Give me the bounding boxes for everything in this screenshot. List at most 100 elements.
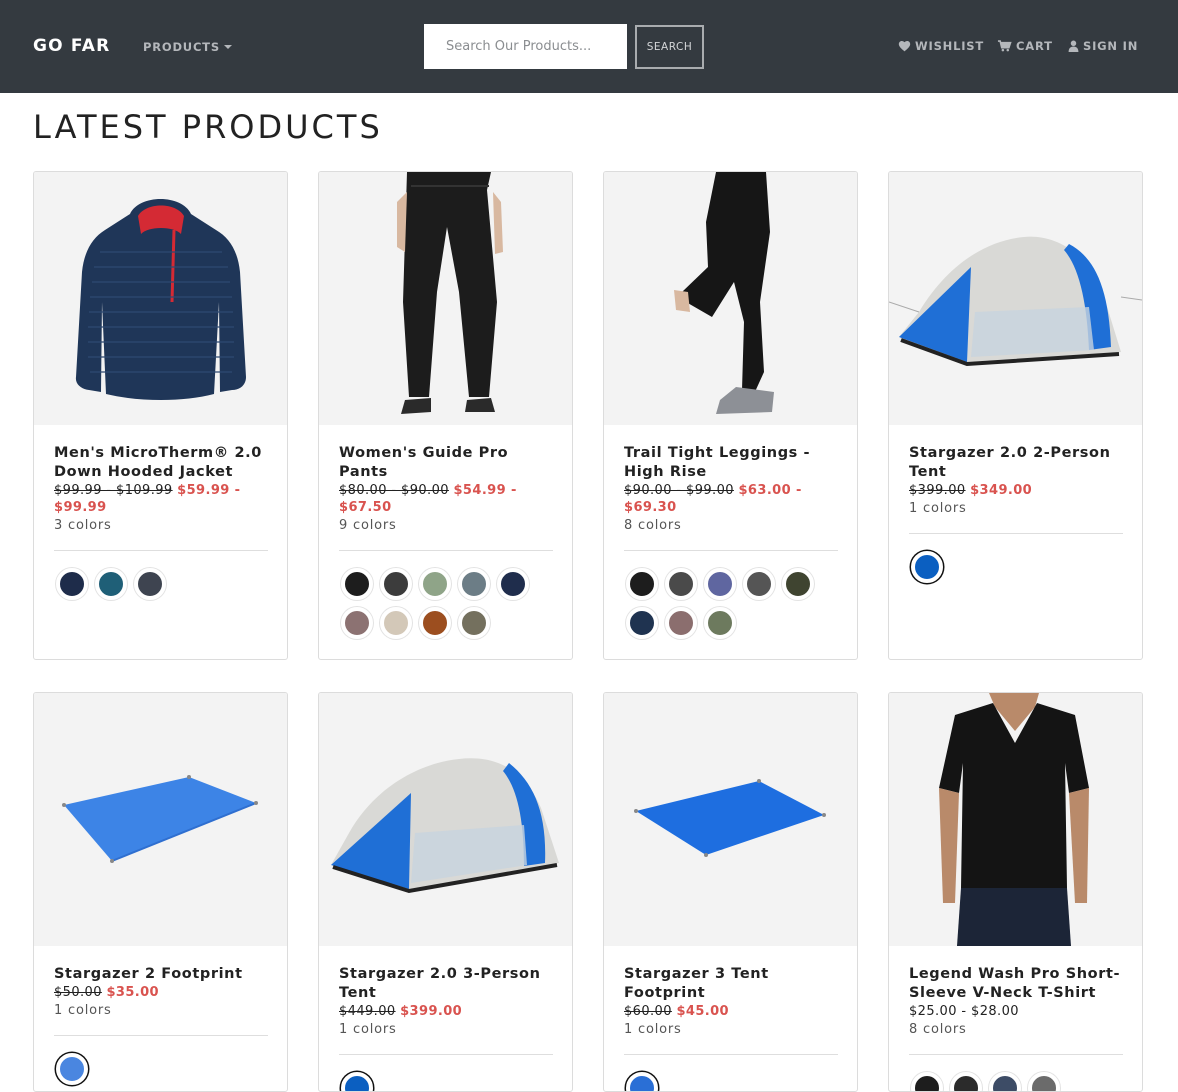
color-swatch[interactable]: [911, 551, 943, 583]
divider: [54, 1035, 268, 1036]
product-card[interactable]: Men's MicroTherm® 2.0 Down Hooded Jacket…: [33, 171, 288, 660]
sale-price: $349.00: [970, 483, 1033, 498]
color-swatch[interactable]: [626, 568, 658, 600]
color-count: 9 colors: [339, 518, 397, 533]
color-swatch[interactable]: [341, 607, 373, 639]
color-swatch[interactable]: [341, 1072, 373, 1091]
product-card[interactable]: Stargazer 2.0 3-Person Tent $449.00 $399…: [318, 692, 573, 1092]
color-swatch[interactable]: [704, 607, 736, 639]
product-image[interactable]: [604, 172, 857, 425]
product-image[interactable]: [319, 172, 572, 425]
product-price: $80.00 - $90.00 $54.99 - $67.50: [339, 482, 553, 516]
color-swatch[interactable]: [1028, 1072, 1060, 1091]
page-title: LATEST PRODUCTS: [33, 108, 383, 146]
product-title[interactable]: Stargazer 2.0 2-Person Tent: [909, 444, 1123, 482]
original-price: $449.00: [339, 1004, 396, 1019]
color-swatch[interactable]: [419, 607, 451, 639]
color-swatch[interactable]: [497, 568, 529, 600]
divider: [339, 1054, 553, 1055]
divider: [54, 550, 268, 551]
cart-label: CART: [1016, 39, 1053, 53]
cart-icon: [997, 40, 1012, 52]
sale-price: $35.00: [106, 985, 160, 1000]
product-card[interactable]: Stargazer 2.0 2-Person Tent $399.00 $349…: [888, 171, 1143, 660]
product-title[interactable]: Legend Wash Pro Short-Sleeve V-Neck T-Sh…: [909, 965, 1123, 1003]
original-price: $50.00: [54, 985, 102, 1000]
color-swatch[interactable]: [704, 568, 736, 600]
sign-in-link[interactable]: SIGN IN: [1068, 39, 1138, 53]
product-title[interactable]: Stargazer 2.0 3-Person Tent: [339, 965, 553, 1003]
product-image[interactable]: [889, 172, 1142, 425]
divider: [909, 1054, 1123, 1055]
sale-price: $399.00: [400, 1004, 463, 1019]
product-title[interactable]: Men's MicroTherm® 2.0 Down Hooded Jacket: [54, 444, 268, 482]
product-price: $90.00 - $99.00 $63.00 - $69.30: [624, 482, 838, 516]
color-swatch[interactable]: [380, 568, 412, 600]
product-price: $60.00 $45.00: [624, 1003, 838, 1020]
top-navbar: GO FAR PRODUCTS SEARCH WISHLIST CART SIG…: [0, 0, 1178, 93]
brand-logo[interactable]: GO FAR: [33, 36, 110, 56]
color-swatches: [909, 551, 1125, 583]
product-title[interactable]: Stargazer 2 Footprint: [54, 965, 268, 984]
color-swatch[interactable]: [458, 607, 490, 639]
search-input[interactable]: [424, 24, 627, 69]
product-card[interactable]: Legend Wash Pro Short-Sleeve V-Neck T-Sh…: [888, 692, 1143, 1092]
color-swatch[interactable]: [911, 1072, 943, 1091]
search-button[interactable]: SEARCH: [635, 25, 704, 69]
original-price: $60.00: [624, 1004, 672, 1019]
color-swatch[interactable]: [626, 1072, 658, 1091]
color-swatch[interactable]: [626, 607, 658, 639]
product-card[interactable]: Women's Guide Pro Pants $80.00 - $90.00 …: [318, 171, 573, 660]
color-swatch[interactable]: [989, 1072, 1021, 1091]
color-swatch[interactable]: [134, 568, 166, 600]
divider: [624, 1054, 838, 1055]
product-card[interactable]: Stargazer 3 Tent Footprint $60.00 $45.00…: [603, 692, 858, 1092]
color-swatch[interactable]: [95, 568, 127, 600]
color-swatch[interactable]: [665, 607, 697, 639]
product-image[interactable]: [34, 693, 287, 946]
products-dropdown-label: PRODUCTS: [143, 40, 220, 54]
color-swatch[interactable]: [950, 1072, 982, 1091]
color-swatch[interactable]: [56, 1053, 88, 1085]
color-swatches: [54, 1053, 270, 1085]
products-dropdown[interactable]: PRODUCTS: [143, 40, 232, 54]
original-price: $399.00: [909, 483, 966, 498]
color-swatch[interactable]: [341, 568, 373, 600]
product-image[interactable]: [34, 172, 287, 425]
caret-down-icon: [223, 44, 232, 49]
product-image[interactable]: [604, 693, 857, 946]
product-image[interactable]: [889, 693, 1142, 946]
color-swatch[interactable]: [380, 607, 412, 639]
color-swatch[interactable]: [665, 568, 697, 600]
color-swatches: [624, 568, 840, 639]
original-price: $80.00 - $90.00: [339, 483, 449, 498]
sign-in-label: SIGN IN: [1083, 39, 1139, 53]
product-card[interactable]: Trail Tight Leggings - High Rise $90.00 …: [603, 171, 858, 660]
color-swatch[interactable]: [458, 568, 490, 600]
wishlist-label: WISHLIST: [915, 39, 985, 53]
product-price: $99.99 - $109.99 $59.99 - $99.99: [54, 482, 268, 516]
sale-price: $45.00: [676, 1004, 730, 1019]
color-swatch[interactable]: [782, 568, 814, 600]
color-swatch[interactable]: [419, 568, 451, 600]
product-price: $449.00 $399.00: [339, 1003, 553, 1020]
product-price: $50.00 $35.00: [54, 984, 268, 1001]
color-count: 3 colors: [54, 518, 112, 533]
product-title[interactable]: Trail Tight Leggings - High Rise: [624, 444, 838, 482]
color-swatches: [339, 1072, 555, 1091]
wishlist-link[interactable]: WISHLIST: [898, 39, 984, 53]
product-title[interactable]: Stargazer 3 Tent Footprint: [624, 965, 838, 1003]
product-image[interactable]: [319, 693, 572, 946]
color-swatch[interactable]: [56, 568, 88, 600]
product-price: $25.00 - $28.00: [909, 1003, 1123, 1020]
color-swatch[interactable]: [743, 568, 775, 600]
color-count: 1 colors: [909, 501, 967, 516]
color-count: 1 colors: [624, 1022, 682, 1037]
divider: [909, 533, 1123, 534]
color-count: 8 colors: [909, 1022, 967, 1037]
divider: [624, 550, 838, 551]
product-card[interactable]: Stargazer 2 Footprint $50.00 $35.00 1 co…: [33, 692, 288, 1092]
cart-link[interactable]: CART: [997, 39, 1053, 53]
color-swatches: [624, 1072, 840, 1091]
product-title[interactable]: Women's Guide Pro Pants: [339, 444, 553, 482]
